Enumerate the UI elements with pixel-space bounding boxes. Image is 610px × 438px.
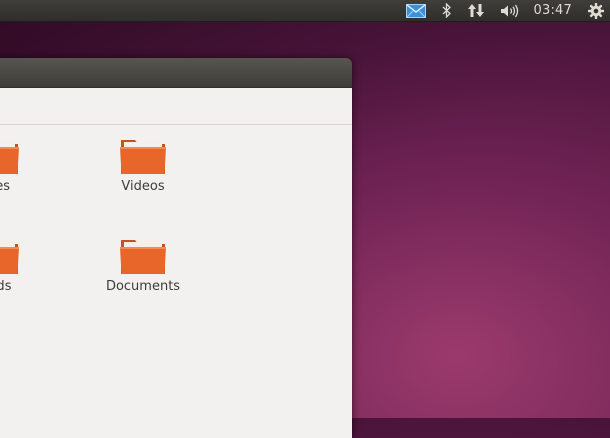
divider: [0, 124, 352, 125]
folder-icon: [120, 240, 166, 274]
folder-label: Documents: [105, 279, 181, 294]
folder-label: Videos: [121, 179, 165, 194]
window-titlebar[interactable]: [0, 58, 352, 88]
folder-label: ures: [0, 179, 11, 194]
desktop: 03:47 s Videos ds Documents: [0, 0, 610, 438]
mail-icon: [405, 3, 426, 18]
clock[interactable]: 03:47: [534, 3, 572, 18]
folder-label: oads: [0, 279, 12, 294]
file-manager-window[interactable]: ures Videos oads: [0, 58, 352, 438]
folder-item-pictures[interactable]: ures: [0, 136, 51, 194]
folder-item-videos[interactable]: Videos: [88, 136, 198, 194]
mail-indicator[interactable]: [405, 0, 426, 22]
folder-item-documents[interactable]: Documents: [88, 236, 198, 294]
session-indicator[interactable]: [588, 0, 604, 22]
folder-item-downloads[interactable]: oads: [0, 236, 51, 294]
network-indicator[interactable]: [467, 0, 484, 22]
volume-indicator[interactable]: [500, 0, 520, 22]
top-panel: 03:47: [0, 0, 610, 22]
bluetooth-indicator[interactable]: [442, 0, 452, 22]
volume-icon: [500, 4, 518, 17]
folder-icon: [0, 242, 19, 274]
folder-icon: [0, 142, 19, 174]
network-icon: [467, 4, 484, 17]
file-view[interactable]: ures Videos oads: [0, 88, 352, 438]
folder-icon: [120, 140, 166, 174]
gear-icon: [588, 2, 604, 19]
bluetooth-icon: [442, 3, 451, 18]
